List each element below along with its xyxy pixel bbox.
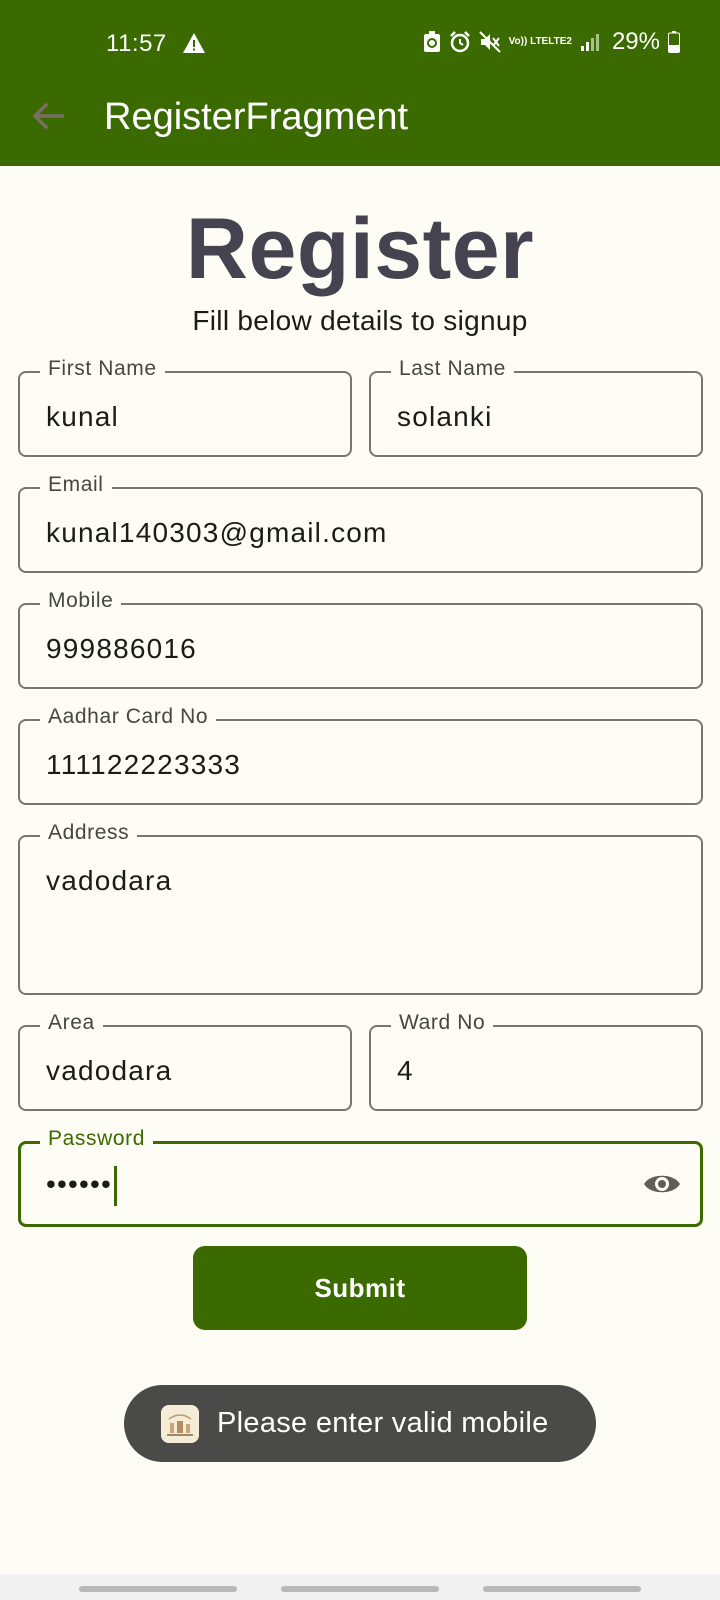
nav-back[interactable] bbox=[483, 1586, 641, 1592]
submit-button[interactable]: Submit bbox=[193, 1246, 527, 1330]
status-time: 11:57 bbox=[106, 30, 167, 57]
gesture-nav-bar bbox=[0, 1574, 720, 1600]
mobile-label: Mobile bbox=[40, 589, 122, 613]
aadhar-field[interactable]: Aadhar Card No 111122223333 bbox=[18, 705, 703, 805]
ward-field[interactable]: Ward No 4 bbox=[369, 1011, 703, 1111]
app-icon bbox=[161, 1404, 199, 1443]
ward-value: 4 bbox=[397, 1055, 414, 1086]
toast: Please enter valid mobile bbox=[124, 1385, 596, 1462]
area-field[interactable]: Area vadodara bbox=[18, 1011, 352, 1111]
last-name-value: solanki bbox=[397, 401, 493, 432]
email-value: kunal140303@gmail.com bbox=[46, 517, 388, 548]
aadhar-label: Aadhar Card No bbox=[40, 705, 217, 729]
password-label: Password bbox=[40, 1127, 154, 1151]
email-field[interactable]: Email kunal140303@gmail.com bbox=[18, 473, 703, 573]
first-name-value: kunal bbox=[46, 401, 119, 432]
first-name-label: First Name bbox=[40, 357, 165, 381]
area-label: Area bbox=[40, 1011, 103, 1035]
last-name-field[interactable]: Last Name solanki bbox=[369, 357, 703, 457]
arrow-back-icon[interactable] bbox=[28, 96, 68, 136]
last-name-label: Last Name bbox=[391, 357, 514, 381]
app-header: 11:57 Vo)) LTE LTE2 29% RegisterFragment bbox=[0, 0, 720, 166]
status-icons: Vo)) LTE LTE2 29% bbox=[423, 28, 680, 56]
nav-recents[interactable] bbox=[79, 1586, 237, 1592]
nav-home[interactable] bbox=[281, 1586, 439, 1592]
page-title: Register bbox=[185, 201, 535, 297]
address-label: Address bbox=[40, 821, 138, 845]
recycle-icon bbox=[423, 31, 441, 53]
mobile-value: 999886016 bbox=[46, 633, 197, 664]
mobile-field[interactable]: Mobile 999886016 bbox=[18, 589, 703, 689]
network-type: Vo)) LTE LTE2 bbox=[509, 37, 572, 47]
address-field[interactable]: Address vadodara bbox=[18, 821, 703, 995]
text-cursor bbox=[114, 1166, 118, 1206]
password-field[interactable]: Password •••••• bbox=[18, 1127, 703, 1227]
battery-percent: 29% bbox=[611, 28, 660, 55]
email-label: Email bbox=[40, 473, 112, 497]
network-bottom-label: LTE2 bbox=[548, 36, 572, 47]
mute-icon bbox=[478, 31, 501, 53]
area-value: vadodara bbox=[46, 1055, 173, 1086]
first-name-field[interactable]: First Name kunal bbox=[18, 357, 352, 457]
network-top-label: Vo)) LTE bbox=[508, 36, 549, 47]
password-value: •••••• bbox=[46, 1168, 113, 1200]
toast-message: Please enter valid mobile bbox=[217, 1407, 549, 1439]
appbar-title: RegisterFragment bbox=[104, 96, 409, 138]
signal-icon bbox=[580, 32, 600, 52]
warning-icon bbox=[182, 32, 206, 59]
alarm-icon bbox=[449, 31, 471, 53]
aadhar-value: 111122223333 bbox=[46, 749, 242, 780]
password-value-wrap: •••••• bbox=[46, 1166, 118, 1206]
eye-icon[interactable] bbox=[642, 1166, 682, 1207]
ward-label: Ward No bbox=[391, 1011, 494, 1035]
page-subtitle: Fill below details to signup bbox=[192, 305, 528, 336]
address-value: vadodara bbox=[46, 865, 173, 896]
battery-icon bbox=[668, 31, 680, 53]
